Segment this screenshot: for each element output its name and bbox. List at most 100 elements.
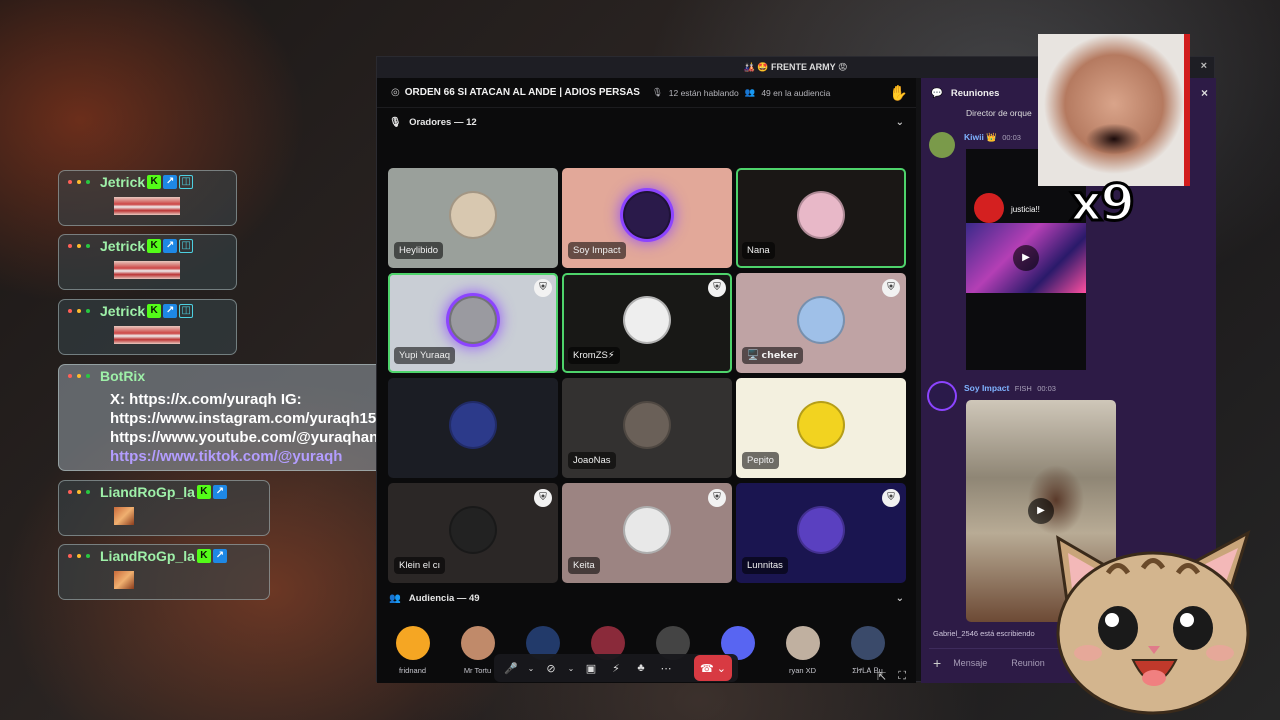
- speaker-tile[interactable]: JoaoNas: [562, 378, 732, 478]
- play-icon[interactable]: ▶: [1028, 498, 1054, 524]
- mic-icon: 🎙: [389, 116, 402, 128]
- avatar: [797, 506, 845, 554]
- avatar: [449, 191, 497, 239]
- emote-overlay: x9: [1038, 34, 1190, 234]
- speaker-tile[interactable]: Keita ⛨: [562, 483, 732, 583]
- raise-hand-icon[interactable]: ✋: [889, 84, 908, 102]
- fullscreen-icon[interactable]: ⛶: [898, 670, 906, 683]
- speaker-tile[interactable]: Lunnitas ⛨: [736, 483, 906, 583]
- bot-username: BotRix: [100, 368, 146, 384]
- emote: [114, 571, 134, 589]
- close-icon[interactable]: ×: [1201, 60, 1207, 72]
- hang-up-button[interactable]: ☎ ⌄: [694, 655, 732, 681]
- chat-message: Jetrick K ↗ ◫: [58, 299, 237, 355]
- camera-off-icon[interactable]: ⊘: [540, 657, 562, 679]
- moderator-shield-icon: ⛨: [708, 279, 726, 297]
- speaker-name: Yupi Yuraaq: [394, 347, 456, 364]
- laugh-emote: [114, 261, 180, 279]
- avatar: [395, 626, 430, 660]
- speaker-name: KromZS⚡: [568, 347, 620, 364]
- kick-badge-icon: K: [147, 239, 162, 253]
- chat-username: LiandRoGp_la: [100, 484, 195, 500]
- avatar: [623, 191, 671, 239]
- speaker-tile[interactable]: 🖥️ 𝗰𝗵𝗲𝗸𝗲𝗿 ⛨: [736, 273, 906, 373]
- speaker-tile[interactable]: Klein el cı ⛨: [388, 483, 558, 583]
- audience-name: fridnand: [398, 666, 427, 675]
- more-icon[interactable]: ⋯: [655, 657, 677, 679]
- audience-header[interactable]: 👥 Audiencia — 49 ⌄: [377, 584, 916, 612]
- audience-header-label: Audiencia — 49: [408, 592, 480, 604]
- window-dots: [68, 309, 90, 313]
- soundboard-icon[interactable]: ♣: [630, 657, 652, 679]
- avatar: [623, 296, 671, 344]
- audience-name: ryan XD: [788, 666, 817, 675]
- chat-username: LiandRoGp_la: [100, 548, 195, 564]
- chevron-down-icon[interactable]: ⌄: [565, 657, 577, 679]
- laughing-face-emote: [1038, 34, 1190, 186]
- speaker-tile[interactable]: Pepito: [736, 378, 906, 478]
- video-thumbnail[interactable]: ▶: [966, 223, 1086, 293]
- moderator-shield-icon: ⛨: [534, 279, 552, 297]
- mic-icon[interactable]: 🎤: [500, 657, 522, 679]
- play-icon[interactable]: ▶: [1013, 245, 1039, 271]
- typing-indicator: Gabriel_2546 está escribiendo: [933, 629, 1035, 638]
- media-caption: justicia!!: [1011, 205, 1040, 214]
- plus-icon[interactable]: +: [933, 655, 941, 671]
- kick-badge-icon: K: [147, 304, 162, 318]
- sub-badge-icon: ↗: [163, 304, 178, 318]
- screen-share-icon[interactable]: ▣: [580, 657, 602, 679]
- speaker-tile[interactable]: KromZS⚡ ⛨: [562, 273, 732, 373]
- sub-badge-icon: ↗: [212, 485, 227, 499]
- avatar: [797, 401, 845, 449]
- laugh-emote: [114, 197, 180, 215]
- message-time: 00:03: [1002, 133, 1021, 142]
- emote-multiplier: x9: [1068, 173, 1136, 234]
- message-author[interactable]: Kiwii: [964, 132, 984, 142]
- people-icon: 👥: [389, 592, 401, 604]
- popout-icon[interactable]: ⇱: [877, 670, 886, 683]
- composer-placeholder: Mensaje: [953, 657, 988, 668]
- chevron-down-icon[interactable]: ⌄: [896, 117, 904, 128]
- activity-icon[interactable]: ⚡: [605, 657, 627, 679]
- message-author[interactable]: Soy Impact: [964, 383, 1009, 393]
- audience-member[interactable]: fridnand: [389, 626, 436, 676]
- crown-icon: 👑: [986, 132, 997, 142]
- chat-username: Jetrick: [100, 303, 146, 319]
- message-time: 00:03: [1037, 384, 1056, 393]
- moderator-shield-icon: ⛨: [882, 279, 900, 297]
- avatar: [449, 296, 497, 344]
- chevron-down-icon[interactable]: ⌄: [525, 657, 537, 679]
- speaker-tile[interactable]: Heylibido: [388, 168, 558, 268]
- audience-member[interactable]: ΣᏥᏞᎪ Ᏼu: [844, 626, 891, 676]
- stage-icon: ◎: [391, 87, 400, 98]
- mod-badge-icon: ◫: [179, 175, 194, 189]
- speaker-tile[interactable]: Nana: [736, 168, 906, 268]
- avatar: [623, 401, 671, 449]
- audience-member[interactable]: ryan XD: [779, 626, 826, 676]
- avatar: [449, 401, 497, 449]
- avatar: [797, 191, 845, 239]
- avatar[interactable]: [929, 383, 955, 409]
- speaker-name: Lunnitas: [742, 557, 788, 574]
- speakers-header[interactable]: 🎙 Oradores — 12 ⌄: [377, 108, 916, 136]
- speaker-name: Heylibido: [394, 242, 444, 259]
- speaker-name: Nana: [742, 242, 775, 259]
- stage-area: ◎ ORDEN 66 SI ATACAN AL ANDE | ADIOS PER…: [377, 78, 916, 683]
- role-tag: FISH: [1014, 384, 1032, 393]
- chevron-down-icon[interactable]: ⌄: [896, 593, 904, 604]
- chat-message: LiandRoGp_la K ↗: [58, 480, 270, 536]
- window-dots: [68, 554, 90, 558]
- avatar[interactable]: [929, 132, 955, 158]
- mod-badge-icon: ◫: [179, 239, 194, 253]
- close-icon[interactable]: ×: [1201, 86, 1208, 100]
- moderator-shield-icon: ⛨: [882, 489, 900, 507]
- audience-count: 49 en la audiencia: [761, 87, 831, 98]
- window-dots: [68, 374, 90, 378]
- speaker-name: JoaoNas: [568, 452, 616, 469]
- speaker-tile[interactable]: [388, 378, 558, 478]
- chat-username: Jetrick: [100, 238, 146, 254]
- speaker-tile[interactable]: Yupi Yuraaq ⛨: [388, 273, 558, 373]
- chat-username: Jetrick: [100, 174, 146, 190]
- speaker-tile[interactable]: Soy Impact: [562, 168, 732, 268]
- laugh-emote: [114, 326, 180, 344]
